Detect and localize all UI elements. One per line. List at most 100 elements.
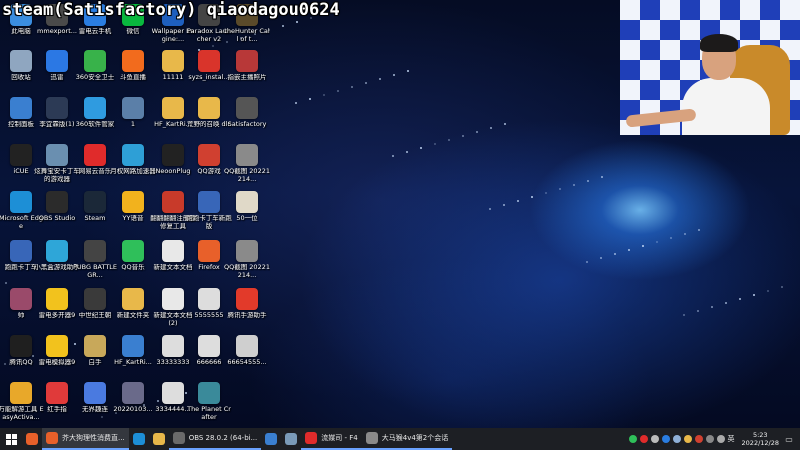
desktop-icon[interactable]: 66654555... — [226, 335, 268, 385]
speaker-icon[interactable] — [705, 435, 714, 443]
taskbar-pinned-icon[interactable] — [281, 428, 301, 450]
planet-crafter-icon — [198, 382, 220, 404]
network-tray-icon[interactable] — [661, 435, 670, 443]
spreadsheet-icon — [162, 335, 184, 357]
taskbar-pinned-icon[interactable] — [261, 428, 281, 450]
start-button[interactable] — [0, 428, 22, 450]
desktop-icon[interactable]: 月权网路加速器 — [110, 144, 156, 194]
desktop-icon[interactable]: Satisfactory — [226, 97, 268, 147]
notification-icon[interactable]: ▭ — [782, 428, 796, 450]
desktop-icon[interactable]: YY语音 — [112, 191, 154, 241]
desktop-icon[interactable]: 新建文件夹 — [112, 288, 154, 338]
taskbar-app-label: 流媒司 - F4 — [321, 434, 358, 442]
clock-date: 2022/12/28 — [741, 439, 779, 447]
taskbar-app-label: 大马猴4v4第2个会话 — [381, 434, 449, 442]
text-file-icon — [162, 240, 184, 262]
star — [600, 257, 602, 259]
satisfactory-icon — [236, 97, 258, 119]
star — [448, 139, 450, 141]
desktop-icon[interactable]: 指嵌主播照片 — [226, 50, 268, 100]
firefox-icon — [26, 433, 38, 445]
desktop-icon[interactable]: The Planet Crafter — [187, 382, 231, 432]
desktop-icon[interactable]: QQ截图 20221214... — [224, 240, 270, 290]
wujie-icon — [84, 382, 106, 404]
folder-icon — [198, 97, 220, 119]
wechat-tray-icon[interactable] — [628, 435, 637, 443]
qq-tray-icon[interactable] — [694, 435, 703, 443]
netease-music-icon — [84, 144, 106, 166]
star — [697, 310, 699, 312]
360-software-icon — [84, 97, 106, 119]
medieval-game-icon — [84, 288, 106, 310]
spreadsheet-icon — [162, 382, 184, 404]
desktop-icon[interactable]: 1 — [112, 97, 154, 147]
taskbar-app-button[interactable]: 大马猴4v4第2个会话 — [361, 428, 453, 450]
star — [767, 290, 769, 292]
taskbar-pinned-icon[interactable] — [149, 428, 169, 450]
ime-indicator[interactable]: 英 — [728, 434, 735, 444]
image-file-icon — [122, 97, 144, 119]
star — [545, 192, 547, 194]
star — [420, 147, 422, 149]
kart-icon — [198, 191, 220, 213]
taskbar-pinned-icon[interactable] — [22, 428, 42, 450]
desktop-icon[interactable]: 50一位 — [226, 191, 268, 241]
star — [490, 127, 492, 129]
obs-icon — [172, 432, 185, 444]
netease-tray-icon[interactable] — [639, 435, 648, 443]
desktop-icon-label: QQ截图 20221214... — [224, 264, 270, 279]
stream-title-overlay: steam(Satisfactory) qiaodagou0624 — [2, 0, 340, 20]
desktop-icon-label: theHunter Call of t... — [224, 28, 270, 43]
clock[interactable]: 5:23 2022/12/28 — [742, 431, 779, 447]
desktop-icon[interactable]: 20220103... — [112, 382, 154, 432]
desktop-icon[interactable]: QQ截图 20221214... — [224, 144, 270, 194]
desktop-icon-label: 腾讯手游助手 — [227, 312, 267, 319]
qq-icon — [10, 335, 32, 357]
spreadsheet-icon — [198, 288, 220, 310]
desktop-icon-label: The Planet Crafter — [187, 406, 231, 421]
image-file-icon — [236, 144, 258, 166]
image-file-icon — [122, 382, 144, 404]
360-security-icon — [84, 50, 106, 72]
edge-icon — [10, 191, 32, 213]
control-panel-icon — [10, 97, 32, 119]
taskbar-app-button[interactable]: OBS 28.0.2 (64-bi... — [168, 428, 262, 450]
star — [503, 204, 505, 206]
game-icon — [365, 432, 378, 444]
star — [379, 78, 381, 80]
microphone-icon[interactable] — [650, 435, 659, 443]
webcam-overlay — [620, 0, 800, 135]
taskbar-app-button[interactable]: 流媒司 - F4 — [301, 428, 362, 450]
folder-icon — [122, 288, 144, 310]
star — [393, 74, 395, 76]
star — [586, 261, 588, 263]
desktop-icon[interactable]: QQ音乐 — [112, 240, 154, 290]
star — [337, 90, 339, 92]
taskbar-app-button[interactable]: 芥大狗理性消费直... — [42, 428, 129, 450]
taskbar: 芥大狗理性消费直... OBS 28.0.2 (64-bi... 流媒司 - F4 大… — [0, 428, 800, 450]
star — [406, 151, 408, 153]
star — [476, 131, 478, 133]
app-tray-icon[interactable] — [683, 435, 692, 443]
douyu-icon — [122, 50, 144, 72]
desktop-icon[interactable]: 腾讯手游助手 — [226, 288, 268, 338]
star — [587, 180, 589, 182]
folder-icon — [122, 335, 144, 357]
document-icon — [236, 191, 258, 213]
spreadsheet-icon — [198, 335, 220, 357]
wifi-icon[interactable] — [716, 435, 725, 443]
star — [282, 25, 284, 27]
firefox-icon — [46, 432, 58, 444]
star — [683, 314, 685, 316]
star — [656, 241, 658, 243]
cloud-tray-icon[interactable] — [672, 435, 681, 443]
desktop-icon[interactable]: 斗鱼直播 — [112, 50, 154, 100]
desktop-icon-label: 指嵌主播照片 — [227, 74, 267, 81]
star — [351, 86, 353, 88]
taskbar-app-label: OBS 28.0.2 (64-bi... — [188, 434, 258, 442]
taskbar-pinned-icon[interactable] — [129, 428, 149, 450]
star — [725, 302, 727, 304]
desktop-icon[interactable]: HF_KartRi... — [112, 335, 154, 385]
star — [781, 286, 783, 288]
star — [504, 123, 506, 125]
